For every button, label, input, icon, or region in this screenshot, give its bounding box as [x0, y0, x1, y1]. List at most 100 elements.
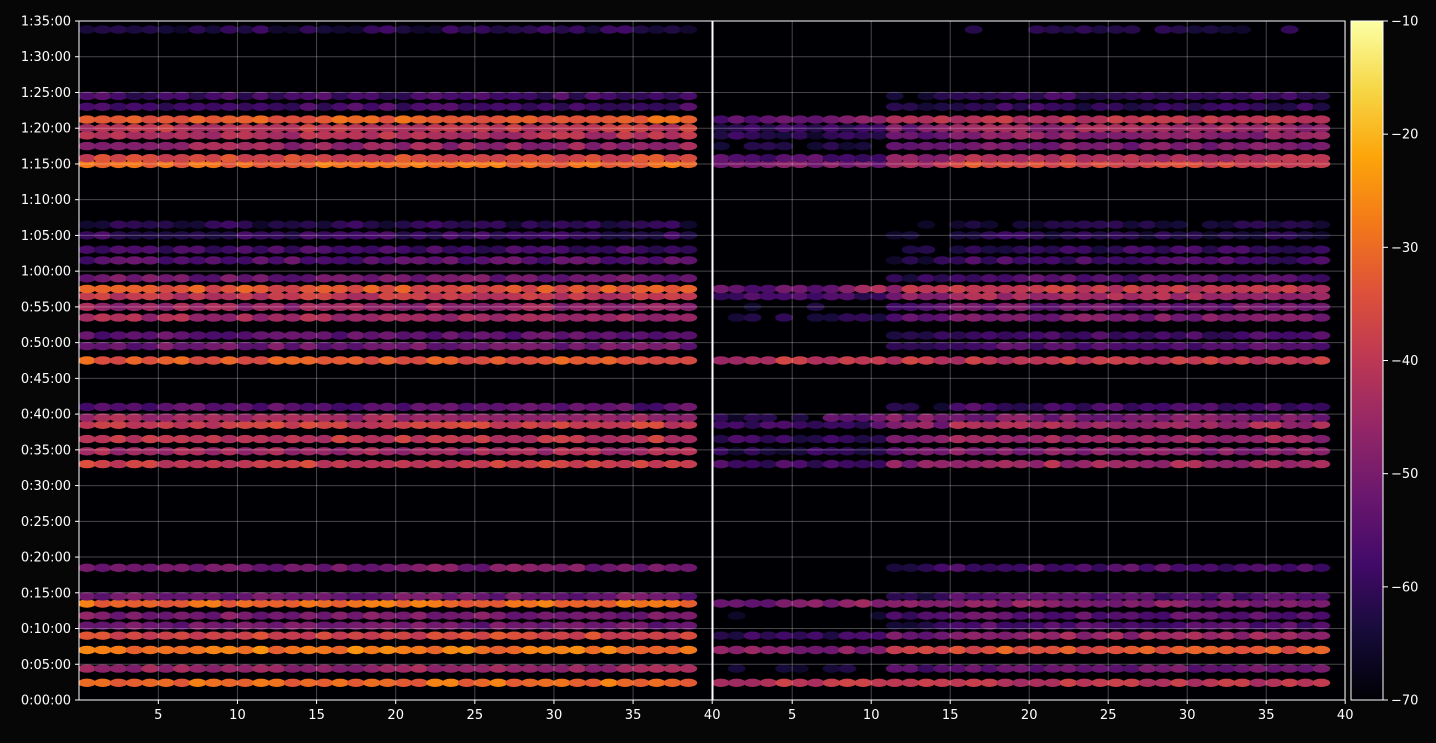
- heatmap-cell: [791, 154, 809, 163]
- heatmap-cell: [1280, 459, 1299, 469]
- heatmap-cell: [806, 447, 825, 456]
- heatmap-cell: [631, 292, 650, 301]
- heatmap-cell: [1075, 447, 1094, 456]
- heatmap-cell: [663, 678, 682, 687]
- heatmap-cell: [552, 563, 571, 572]
- heatmap-cell: [600, 131, 618, 140]
- heatmap-cell: [473, 141, 492, 151]
- heatmap-cell: [347, 245, 365, 254]
- heatmap-cell: [188, 91, 207, 101]
- heatmap-cell: [347, 611, 365, 620]
- heatmap-cell: [1122, 664, 1141, 673]
- heatmap-cell: [536, 245, 555, 254]
- heatmap-cell: [806, 631, 825, 640]
- heatmap-cell: [315, 459, 334, 469]
- heatmap-cell: [521, 402, 539, 412]
- heatmap-cell: [1201, 331, 1220, 340]
- heatmap-cell: [220, 245, 239, 254]
- heatmap-cell: [743, 154, 762, 163]
- heatmap-cell: [299, 25, 318, 34]
- heatmap-cell: [631, 434, 650, 444]
- heatmap-cell: [679, 220, 698, 229]
- heatmap-cell: [1138, 611, 1157, 620]
- heatmap-cell: [568, 115, 587, 124]
- heatmap-cell: [1012, 447, 1030, 456]
- heatmap-cell: [252, 274, 270, 283]
- heatmap-cell: [1122, 563, 1141, 572]
- heatmap-cell: [885, 141, 904, 151]
- heatmap-cell: [331, 356, 349, 365]
- heatmap-cell: [442, 413, 460, 422]
- heatmap-cell: [949, 342, 967, 351]
- heatmap-cell: [838, 292, 857, 301]
- y-tick-label: 0:35:00: [21, 443, 71, 458]
- heatmap-cell: [1170, 154, 1188, 163]
- heatmap-cell: [743, 284, 762, 294]
- heatmap-cell: [204, 447, 223, 456]
- colorbar-tick-label: −30: [1391, 241, 1418, 256]
- heatmap-cell: [885, 131, 904, 140]
- heatmap-cell: [299, 245, 318, 254]
- heatmap-cell: [394, 356, 413, 365]
- heatmap-cell: [1249, 459, 1267, 469]
- heatmap-cell: [79, 664, 96, 673]
- heatmap-cell: [838, 131, 857, 140]
- heatmap-cell: [1217, 592, 1236, 601]
- heatmap-cell: [933, 274, 951, 283]
- heatmap-cell: [806, 420, 825, 429]
- heatmap-cell: [188, 664, 207, 673]
- heatmap-cell: [283, 413, 302, 422]
- heatmap-cell: [949, 447, 967, 456]
- heatmap-cell: [1122, 413, 1141, 422]
- heatmap-cell: [457, 631, 476, 640]
- heatmap-cell: [616, 645, 634, 655]
- heatmap-cell: [759, 131, 778, 140]
- heatmap-cell: [220, 102, 239, 112]
- heatmap-cell: [616, 342, 634, 351]
- heatmap-cell: [109, 256, 128, 265]
- heatmap-cell: [378, 331, 397, 340]
- heatmap-cell: [743, 434, 762, 444]
- heatmap-cell: [315, 284, 334, 294]
- heatmap-cell: [901, 313, 920, 322]
- heatmap-cell: [378, 413, 397, 422]
- heatmap-cell: [157, 631, 175, 640]
- heatmap-cell: [236, 631, 255, 640]
- heatmap-cell: [1233, 115, 1252, 124]
- heatmap-cell: [204, 459, 223, 469]
- heatmap-cell: [996, 284, 1015, 294]
- heatmap-cell: [252, 342, 270, 351]
- heatmap-cell: [1043, 331, 1062, 340]
- heatmap-cell: [204, 131, 223, 140]
- heatmap-cell: [236, 434, 255, 444]
- heatmap-cell: [679, 664, 698, 673]
- heatmap-cell: [885, 631, 904, 640]
- heatmap-cell: [1312, 256, 1331, 265]
- heatmap-cell: [663, 245, 682, 254]
- y-tick-label: 1:05:00: [21, 229, 71, 244]
- heatmap-cell: [1091, 402, 1109, 412]
- heatmap-cell: [267, 402, 286, 412]
- heatmap-cell: [505, 91, 524, 101]
- heatmap-cell: [885, 115, 904, 124]
- heatmap-cell: [426, 25, 444, 34]
- heatmap-cell: [1059, 631, 1078, 640]
- heatmap-cell: [188, 245, 207, 254]
- heatmap-cell: [775, 631, 793, 640]
- heatmap-cell: [394, 284, 413, 294]
- heatmap-cell: [1233, 611, 1252, 620]
- heatmap-cell: [1075, 131, 1094, 140]
- heatmap-cell: [1249, 256, 1267, 265]
- colorbar-tick-label: −50: [1391, 467, 1418, 482]
- heatmap-cell: [616, 563, 634, 572]
- heatmap-cell: [157, 459, 175, 469]
- heatmap-cell: [743, 459, 762, 469]
- heatmap-cell: [236, 342, 255, 351]
- heatmap-cell: [125, 413, 144, 422]
- heatmap-cell: [917, 91, 936, 101]
- heatmap-cell: [505, 356, 524, 365]
- heatmap-cell: [299, 447, 318, 456]
- heatmap-cell: [759, 356, 778, 365]
- heatmap-cell: [584, 356, 603, 365]
- heatmap-cell: [1107, 141, 1125, 151]
